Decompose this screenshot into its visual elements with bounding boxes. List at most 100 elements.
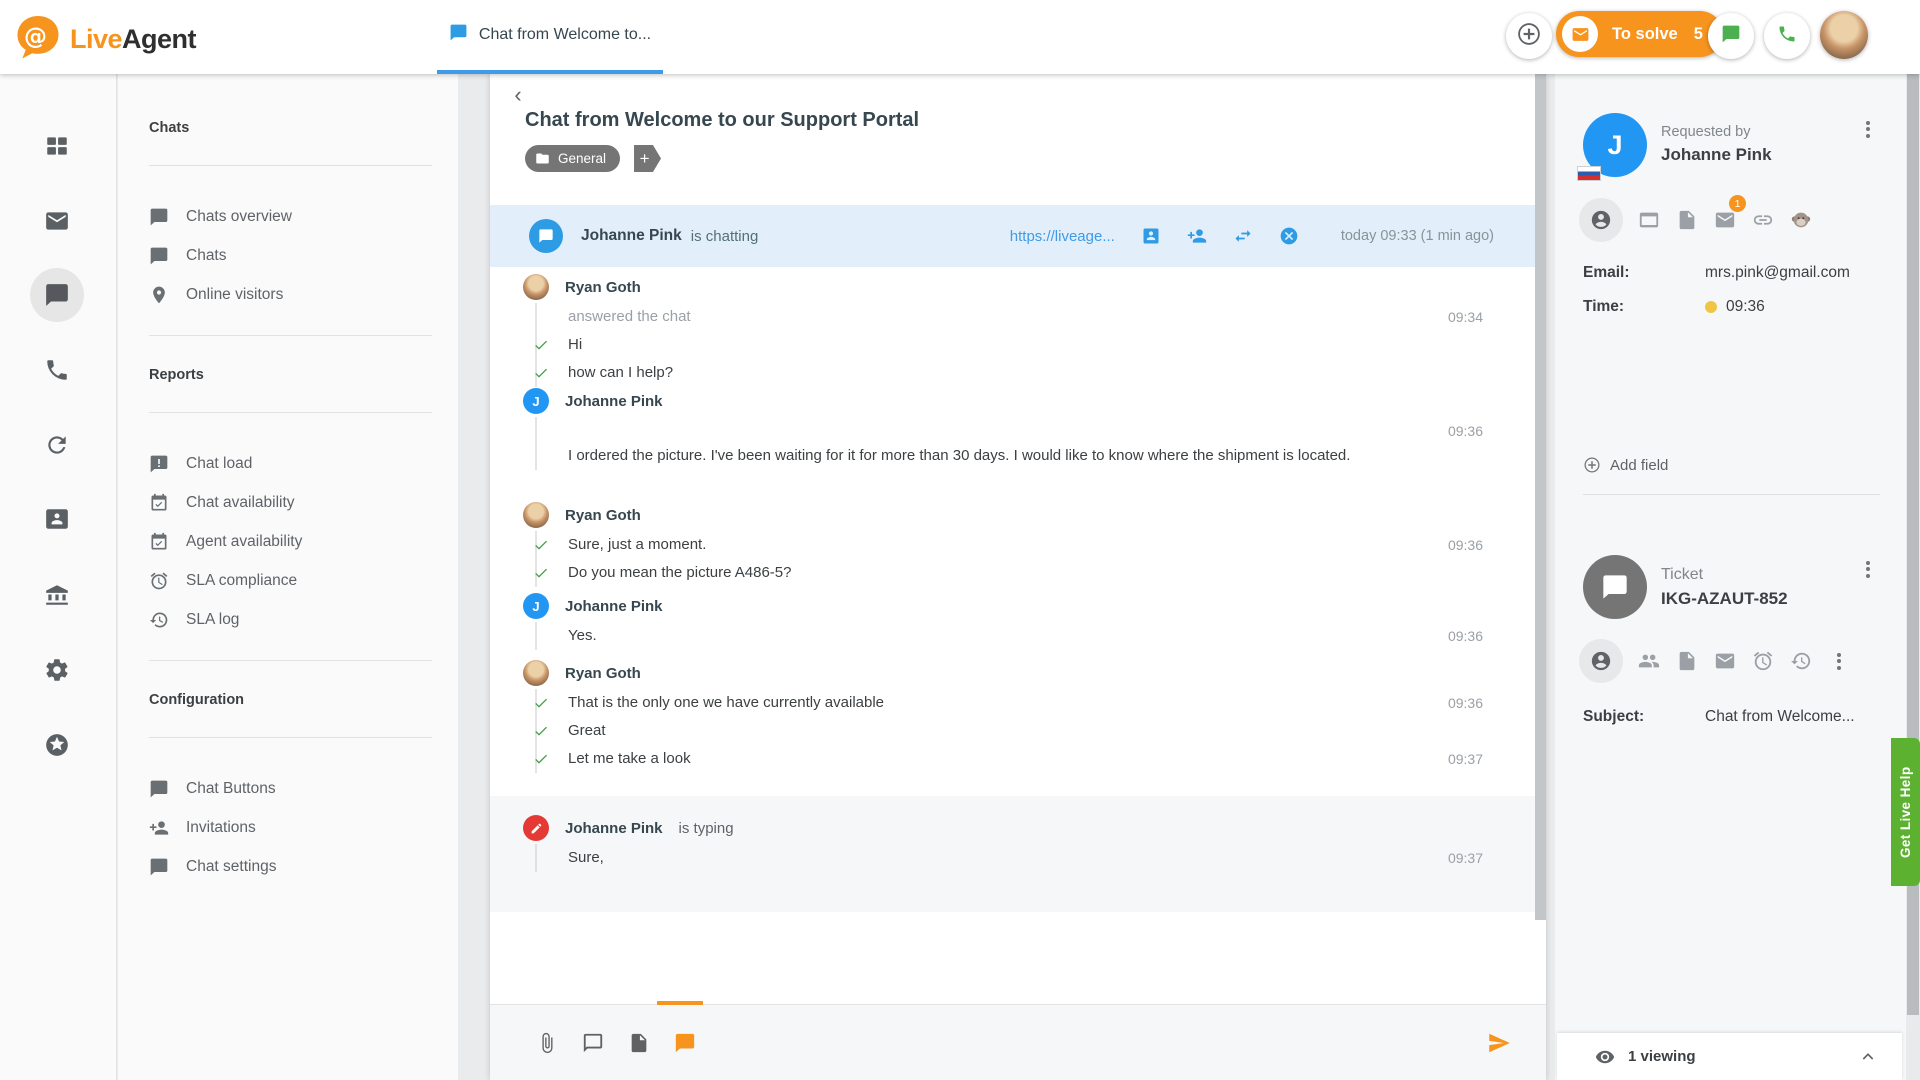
history-icon[interactable]: [1789, 649, 1813, 673]
phone-icon: [1777, 24, 1797, 49]
eye-icon: [1595, 1047, 1615, 1067]
ticket-avatar[interactable]: [1583, 555, 1647, 619]
folder-icon: [535, 151, 550, 166]
chat-preview-icon[interactable]: [582, 1032, 604, 1054]
chat-status-icon: [529, 219, 563, 253]
browser-window-icon[interactable]: [1637, 208, 1661, 232]
nav-item-sla-log[interactable]: SLA log: [149, 600, 432, 639]
rail-item-settings[interactable]: [33, 646, 81, 694]
nav-item-online-visitors[interactable]: Online visitors: [149, 275, 432, 314]
back-chevron-icon[interactable]: ‹: [508, 82, 528, 108]
add-field-button[interactable]: Add field: [1583, 456, 1668, 474]
topbar: @ LiveAgent Chat from Welcome to... To s…: [0, 0, 1920, 74]
chat-scrollbar[interactable]: [1535, 74, 1546, 920]
nav-item-chats[interactable]: Chats: [149, 236, 432, 275]
reply-input-area[interactable]: [490, 912, 1546, 1005]
transfer-arrows-icon[interactable]: [1233, 226, 1253, 246]
plus-circle-icon: [1583, 456, 1601, 474]
nav-item-chat-availability[interactable]: Chat availability: [149, 483, 432, 522]
rail-item-dashboard[interactable]: [33, 122, 81, 170]
panel-scrollbar[interactable]: [1906, 74, 1920, 1080]
notes-icon[interactable]: [1675, 649, 1699, 673]
nav-section-reports: Reports: [149, 367, 432, 383]
svg-text:@: @: [24, 24, 47, 50]
ticket-label: Ticket: [1661, 566, 1703, 584]
divider: [149, 737, 432, 738]
contact-more-menu[interactable]: [1860, 116, 1876, 142]
to-solve-button[interactable]: To solve 5: [1556, 11, 1723, 57]
person-icon[interactable]: [1579, 639, 1623, 683]
rail-item-calls[interactable]: [33, 346, 81, 394]
contact-card-icon: [44, 506, 70, 532]
message-list: Ryan Goth answered the chat09:34 Hi how …: [490, 267, 1535, 912]
nav-item-chat-load[interactable]: Chat load: [149, 444, 432, 483]
person-add-icon[interactable]: [1187, 226, 1207, 246]
bank-icon: [44, 582, 70, 608]
person-icon[interactable]: [1579, 198, 1623, 242]
close-circle-icon[interactable]: [1279, 226, 1299, 246]
link-icon[interactable]: [1751, 208, 1775, 232]
reply-toolbar: [490, 1005, 1546, 1080]
mail-badge: 1: [1729, 195, 1746, 212]
time-value: 09:36: [1726, 298, 1765, 316]
id-badge-icon[interactable]: [1141, 226, 1161, 246]
rail-item-automation[interactable]: [33, 421, 81, 469]
alarm-icon[interactable]: [1751, 649, 1775, 673]
tag-general[interactable]: General: [525, 145, 620, 172]
plus-circle-icon: [1516, 21, 1542, 52]
delivered-check-icon: [533, 751, 549, 767]
send-icon[interactable]: [1486, 1030, 1512, 1056]
calendar-check-icon: [149, 532, 169, 552]
chats-online-button[interactable]: [1708, 13, 1754, 59]
add-ticket-button[interactable]: [1506, 13, 1552, 59]
get-live-help-tab[interactable]: Get Live Help: [1891, 738, 1920, 886]
rail-item-academy[interactable]: [33, 571, 81, 619]
nav-item-invitations[interactable]: Invitations: [149, 808, 432, 847]
timestamp: 09:36: [1448, 624, 1483, 648]
calls-button[interactable]: [1764, 13, 1810, 59]
timestamp: 09:37: [1448, 747, 1483, 771]
nav-item-agent-availability[interactable]: Agent availability: [149, 522, 432, 561]
email-row: Email: mrs.pink@gmail.com: [1583, 260, 1886, 286]
document-icon[interactable]: [628, 1032, 650, 1054]
liveagent-app: @ LiveAgent Chat from Welcome to... To s…: [0, 0, 1920, 1080]
subject-row: Subject: Chat from Welcome...: [1583, 704, 1886, 730]
tab-chat-from-welcome[interactable]: Chat from Welcome to...: [437, 0, 663, 74]
typing-indicator-group: Johanne Pink is typing Sure,09:37: [490, 796, 1535, 912]
more-icon[interactable]: [1827, 649, 1851, 673]
notes-icon[interactable]: [1675, 208, 1699, 232]
chat-icon: [149, 207, 169, 227]
liveagent-logo[interactable]: @ LiveAgent: [14, 13, 196, 66]
divider: [149, 412, 432, 413]
viewing-bar[interactable]: 1 viewing: [1557, 1033, 1902, 1080]
mail-icon[interactable]: [1713, 649, 1737, 673]
chat-tab-icon: [449, 23, 468, 47]
rail-item-contacts[interactable]: [33, 495, 81, 543]
nav-item-chat-settings[interactable]: Chat settings: [149, 847, 432, 886]
country-flag-icon: [1577, 166, 1601, 181]
chat-title: Chat from Welcome to our Support Portal: [525, 109, 919, 132]
nav-section-chats: Chats: [149, 120, 432, 136]
mail-icon[interactable]: 1: [1713, 208, 1737, 232]
nav-item-sla-compliance[interactable]: SLA compliance: [149, 561, 432, 600]
ticket-more-menu[interactable]: [1860, 556, 1876, 582]
person-add-icon: [149, 818, 169, 838]
typing-pencil-icon: [523, 815, 549, 841]
timestamp: 09:36: [1448, 419, 1483, 443]
timestamp: 09:37: [1448, 846, 1483, 870]
nav-item-chats-overview[interactable]: Chats overview: [149, 197, 432, 236]
visitor-url-link[interactable]: https://liveage...: [1010, 228, 1115, 245]
add-tag-button[interactable]: +: [634, 145, 661, 172]
group-icon[interactable]: [1637, 649, 1661, 673]
attachment-icon[interactable]: [536, 1032, 558, 1054]
quick-note-icon[interactable]: [674, 1032, 696, 1054]
rail-item-getting-started[interactable]: [33, 721, 81, 769]
nav-item-chat-buttons[interactable]: Chat Buttons: [149, 769, 432, 808]
rail-item-mail[interactable]: [33, 197, 81, 245]
mailchimp-icon[interactable]: [1789, 208, 1813, 232]
rail-item-chats[interactable]: [30, 268, 84, 322]
agent-avatar: [523, 502, 549, 528]
chevron-up-icon[interactable]: [1860, 1049, 1876, 1065]
agent-avatar: [523, 274, 549, 300]
user-avatar[interactable]: [1820, 11, 1868, 59]
